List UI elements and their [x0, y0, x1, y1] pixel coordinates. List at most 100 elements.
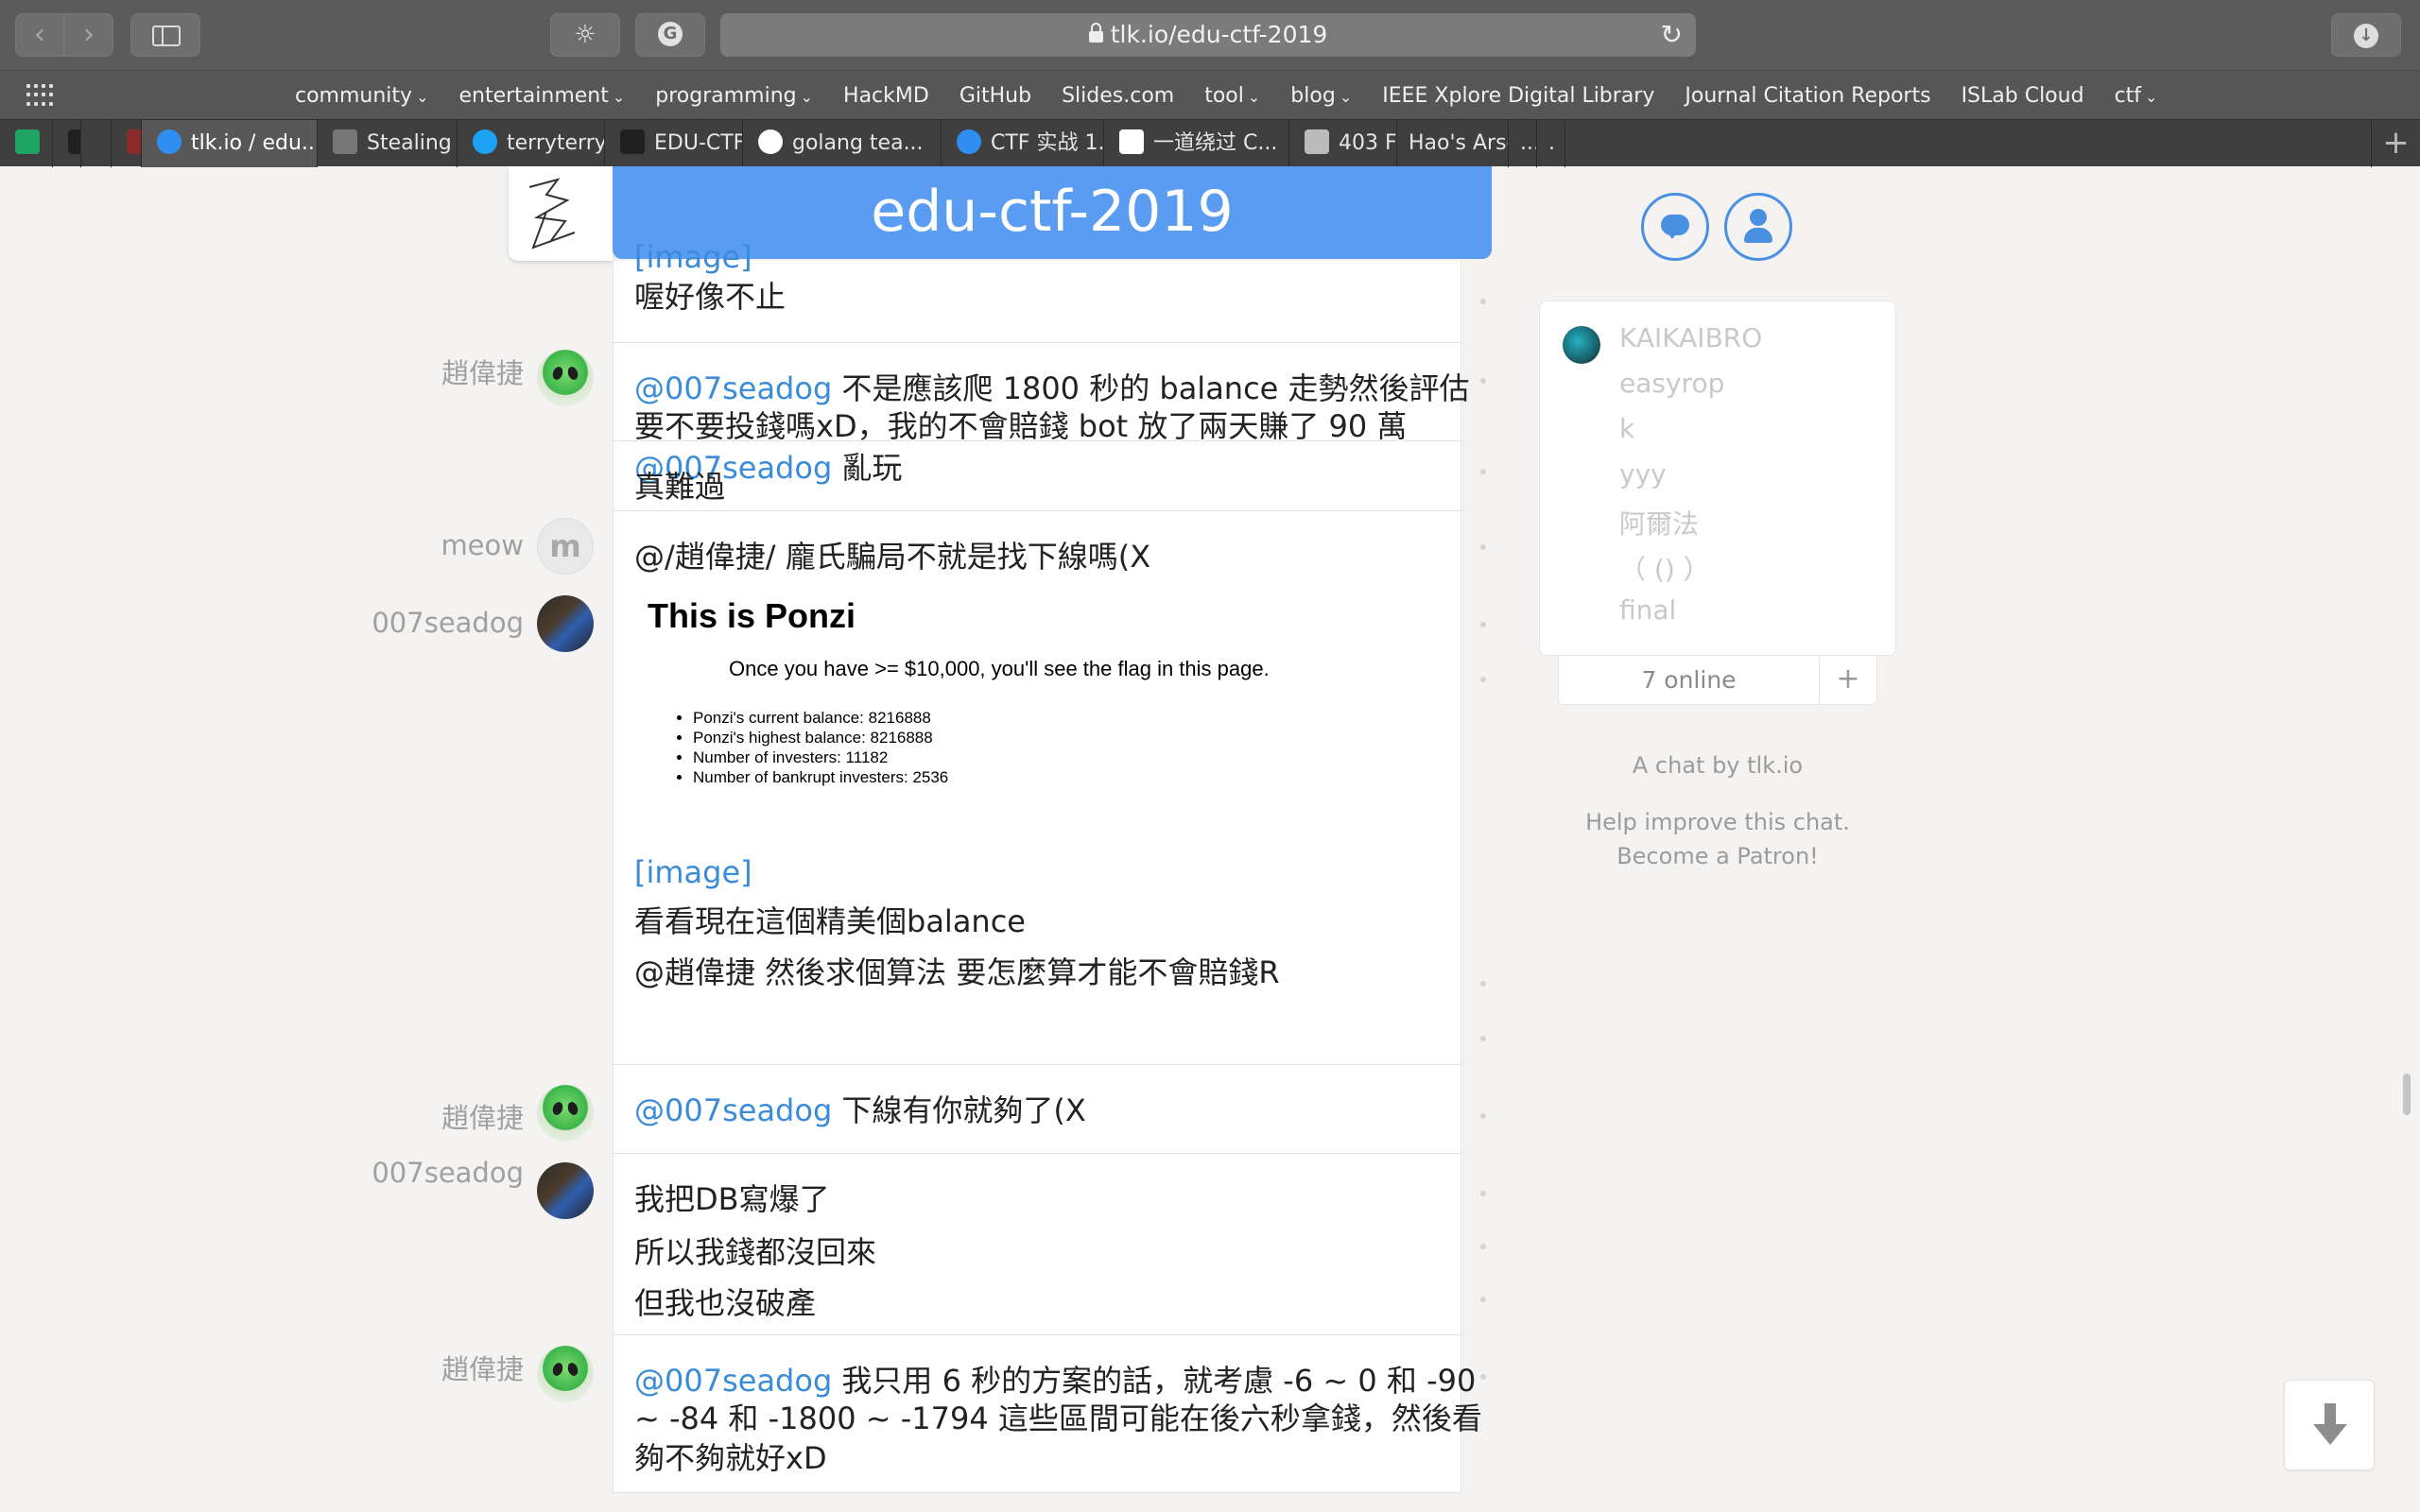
online-user[interactable]: 阿爾法 — [1619, 504, 1699, 541]
bookmark-ctf[interactable]: ctf ⌄ — [2115, 84, 2158, 108]
forward-button[interactable]: › — [64, 13, 113, 57]
bookmark-ieee-xplore-digital-library[interactable]: IEEE Xplore Digital Library — [1382, 84, 1654, 108]
credit-text[interactable]: A chat by tlk.io — [1539, 752, 1896, 779]
message-group: 我把DB寫爆了 所以我錢都沒回來 但我也沒破產 — [614, 1153, 1462, 1334]
bookmark-slides-com[interactable]: Slides.com — [1062, 84, 1174, 108]
message-list: [image] 喔好像不止 @007seadog 不是應該爬 1800 秒的 bal… — [613, 239, 1482, 1493]
tab-10[interactable]: 一道绕过 C... — [1104, 120, 1289, 167]
message-author[interactable]: 007seadog — [240, 1157, 524, 1189]
online-user[interactable]: easyrop — [1619, 368, 1724, 399]
grammarly-extension-button[interactable]: G — [635, 13, 705, 57]
bookmark-islab-cloud[interactable]: ISLab Cloud — [1962, 84, 2084, 108]
message-author[interactable]: 趙偉捷 — [240, 1348, 524, 1387]
timestamp-dot[interactable] — [1480, 544, 1486, 550]
chevron-down-icon: ⌄ — [416, 87, 429, 106]
tlk-logo — [509, 166, 613, 261]
bookmark-community[interactable]: community ⌄ — [295, 84, 428, 108]
tab-label: Hao's Arse... — [1409, 131, 1508, 155]
tab-1[interactable] — [53, 120, 81, 167]
timestamp-dot[interactable] — [1480, 622, 1486, 627]
tab-5[interactable]: Stealing C... — [318, 120, 458, 167]
timestamp-dot[interactable] — [1480, 677, 1486, 682]
tab-11[interactable]: 403 Forbi... — [1289, 120, 1397, 167]
timestamp-dot[interactable] — [1480, 981, 1486, 987]
page-icon — [333, 129, 357, 154]
message-author[interactable]: 趙偉捷 — [240, 1096, 524, 1136]
reload-icon[interactable]: ↻ — [1661, 13, 1683, 57]
image-link[interactable]: [image] — [634, 239, 752, 275]
bookmark-blog[interactable]: blog ⌄ — [1290, 84, 1352, 108]
online-user[interactable]: （ () ） — [1619, 549, 1710, 587]
bookmark-label: community — [295, 83, 413, 108]
scroll-down-button[interactable] — [2284, 1380, 2375, 1470]
mention-link[interactable]: @007seadog — [634, 1363, 832, 1399]
brightness-extension-button[interactable]: ☼ — [550, 13, 620, 57]
online-user[interactable]: yyy — [1619, 458, 1667, 490]
lock-icon — [1088, 23, 1103, 43]
scrollbar-thumb[interactable] — [2403, 1074, 2411, 1115]
alien-avatar[interactable] — [537, 1085, 594, 1142]
avatar[interactable] — [537, 595, 594, 652]
address-bar[interactable]: tlk.io/edu-ctf-2019 ↻ — [720, 13, 1696, 57]
user-icon[interactable] — [1724, 193, 1792, 261]
help-text[interactable]: Help improve this chat. — [1539, 809, 1896, 835]
message-author[interactable]: 007seadog — [240, 607, 524, 639]
online-count[interactable]: 7 online — [1559, 656, 1820, 705]
message-author[interactable]: meow — [240, 529, 524, 561]
apps-grid-icon[interactable] — [26, 84, 55, 107]
tab-13[interactable]: ... — [1509, 120, 1537, 167]
mention-link[interactable]: @007seadog — [634, 1092, 832, 1128]
tab-8[interactable]: golang tea... — [743, 120, 942, 167]
tab-2[interactable] — [81, 120, 112, 167]
timestamp-dot[interactable] — [1480, 378, 1486, 384]
timestamp-dot[interactable] — [1480, 1113, 1486, 1119]
tab-14[interactable]: . — [1537, 120, 1565, 167]
bookmark-journal-citation-reports[interactable]: Journal Citation Reports — [1685, 84, 1930, 108]
online-user[interactable]: k — [1619, 413, 1634, 444]
image-link[interactable]: [image] — [634, 854, 752, 890]
back-button[interactable]: ‹ — [15, 13, 64, 57]
new-tab-button[interactable]: + — [2371, 120, 2420, 167]
timestamp-dot[interactable] — [1480, 1036, 1486, 1041]
chat-bubble-icon[interactable] — [1641, 193, 1709, 261]
online-user[interactable]: KAIKAIBRO — [1619, 322, 1762, 353]
bookmark-label: entertainment — [458, 83, 609, 108]
bookmark-hackmd[interactable]: HackMD — [843, 84, 929, 108]
downloads-button[interactable]: ↓ — [2331, 13, 2401, 57]
tab-9[interactable]: CTF 实战 1... — [942, 120, 1104, 167]
online-users-panel: KAIKAIBRO easyrop k yyy 阿爾法 （ () ） final — [1539, 301, 1896, 656]
timestamp-dot[interactable] — [1480, 1297, 1486, 1302]
message-line: 看看現在這個精美個balance — [634, 902, 1026, 940]
tab-4[interactable]: tlk.io / edu... — [142, 120, 318, 167]
patron-link[interactable]: Become a Patron! — [1539, 843, 1896, 869]
timestamp-dot[interactable] — [1480, 469, 1486, 474]
tab-0[interactable] — [0, 120, 53, 167]
bookmark-github[interactable]: GitHub — [959, 84, 1031, 108]
timestamp-dot[interactable] — [1480, 299, 1486, 304]
timestamp-dot[interactable] — [1480, 1191, 1486, 1196]
alien-avatar[interactable] — [537, 350, 594, 406]
timestamp-dot[interactable] — [1480, 1374, 1486, 1380]
message-line: 真難過 — [634, 468, 725, 506]
tab-3[interactable] — [112, 120, 142, 167]
message-line: @/趙偉捷/ 龐氏騙局不就是找下線嗎(X — [634, 538, 1150, 576]
bookmark-programming[interactable]: programming ⌄ — [655, 84, 813, 108]
cloud-icon — [957, 129, 981, 154]
avatar[interactable] — [537, 1162, 594, 1219]
message-author[interactable]: 趙偉捷 — [240, 352, 524, 391]
add-user-button[interactable]: + — [1820, 656, 1876, 705]
bookmark-entertainment[interactable]: entertainment ⌄ — [458, 84, 625, 108]
timestamp-dot[interactable] — [1480, 1244, 1486, 1249]
online-user[interactable]: final — [1619, 594, 1676, 626]
tab-12[interactable]: Hao's Arse... — [1397, 120, 1509, 167]
mention-link[interactable]: @007seadog — [634, 370, 832, 406]
tab-7[interactable]: EDU-CTF... — [605, 120, 743, 167]
tab-6[interactable]: terryterry /... — [458, 120, 605, 167]
avatar[interactable]: m — [537, 518, 594, 575]
message-text: 要不要投錢嗎xD，我的不會賠錢 bot 放了兩天賺了 90 萬 — [634, 408, 1408, 444]
bookmark-tool[interactable]: tool ⌄ — [1204, 84, 1260, 108]
message-line: 喔好像不止 — [634, 278, 786, 316]
alien-avatar[interactable] — [537, 1346, 594, 1402]
message-text: 下線有你就夠了(X — [832, 1092, 1086, 1128]
sidebar-toggle-button[interactable] — [130, 13, 200, 57]
